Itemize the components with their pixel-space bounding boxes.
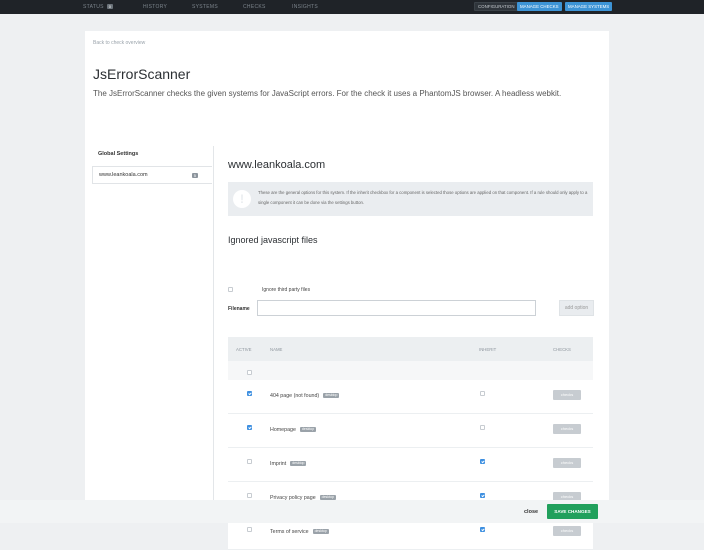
checks-button[interactable]: checks: [553, 458, 581, 468]
device-tag: desktop: [323, 393, 340, 399]
filename-label: Filename: [228, 306, 250, 312]
page-description: The JsErrorScanner checks the given syst…: [93, 89, 562, 98]
row-active-checkbox[interactable]: [247, 527, 252, 532]
nav-status[interactable]: STATUS 0: [83, 4, 114, 10]
table-row: 404 page (not found) desktop checks: [228, 380, 593, 414]
component-name: 404 page (not found): [270, 393, 320, 399]
sidebar-heading: Global Settings: [98, 151, 139, 157]
row-name: Terms of service desktop: [270, 529, 329, 535]
nav-systems[interactable]: SYSTEMS: [192, 4, 218, 10]
settings-page: Back to check overview JsErrorScanner Th…: [85, 31, 609, 550]
nav-insights[interactable]: INSIGHTS: [292, 4, 318, 10]
ignore-third-party-label: Ignore third party files: [262, 287, 311, 293]
row-inherit-checkbox[interactable]: [480, 425, 485, 430]
manage-systems-button[interactable]: MANAGE SYSTEMS: [565, 2, 613, 11]
ignore-third-party-checkbox[interactable]: [228, 287, 233, 292]
nav-history[interactable]: HISTORY: [143, 4, 167, 10]
row-active-checkbox[interactable]: [247, 493, 252, 498]
configuration-button[interactable]: CONFIGURATION: [474, 2, 519, 11]
select-all-checkbox[interactable]: [247, 370, 252, 375]
settings-sidebar: Global Settings www.leankoala.com 5: [92, 146, 214, 501]
nav-status-badge: 0: [106, 4, 114, 9]
sidebar-item-count-badge: 5: [191, 173, 198, 178]
close-link[interactable]: close: [524, 509, 538, 515]
back-to-overview-link[interactable]: Back to check overview: [93, 40, 145, 46]
table-row: Homepage desktop checks: [228, 414, 593, 448]
manage-checks-button[interactable]: MANAGE CHECKS: [517, 2, 562, 11]
device-tag: desktop: [299, 427, 317, 433]
header-active: ACTIVE: [236, 347, 252, 352]
checks-button[interactable]: checks: [553, 424, 581, 434]
sidebar-item-label: www.leankoala.com: [99, 172, 148, 178]
page-title: JsErrorScanner: [93, 66, 191, 82]
table-row: Imprint desktop checks: [228, 448, 593, 482]
row-inherit-checkbox[interactable]: [480, 391, 485, 396]
header-inherit: INHERIT: [479, 347, 497, 352]
nav-checks[interactable]: CHECKS: [243, 4, 266, 10]
header-name: NAME: [270, 347, 283, 352]
checks-button[interactable]: checks: [553, 390, 581, 400]
select-all-row: [228, 361, 593, 380]
top-navigation: STATUS 0 HISTORY SYSTEMS CHECKS INSIGHTS …: [0, 0, 704, 14]
row-inherit-checkbox[interactable]: [480, 459, 485, 464]
system-settings: www.leankoala.com ! These are the genera…: [228, 146, 608, 550]
sidebar-item-leankoala[interactable]: www.leankoala.com 5: [92, 166, 212, 184]
info-text: These are the general options for this s…: [258, 190, 588, 205]
table-header: ACTIVE NAME INHERIT CHECKS: [228, 337, 593, 361]
row-inherit-checkbox[interactable]: [480, 493, 485, 498]
component-name: Terms of service: [270, 529, 309, 535]
footer-action-bar: close SAVE CHANGES: [0, 500, 704, 523]
save-changes-button[interactable]: SAVE CHANGES: [547, 504, 598, 519]
header-checks: CHECKS: [553, 347, 571, 352]
system-title: www.leankoala.com: [228, 159, 326, 171]
checks-button[interactable]: checks: [553, 526, 581, 536]
component-name: Imprint: [270, 461, 287, 467]
device-tag: desktop: [290, 461, 307, 467]
component-name: Homepage: [270, 427, 296, 433]
device-tag: desktop: [312, 529, 329, 535]
row-active-checkbox[interactable]: [247, 391, 252, 396]
filename-input[interactable]: [257, 300, 536, 316]
row-active-checkbox[interactable]: [247, 425, 252, 430]
row-name: Imprint desktop: [270, 461, 307, 467]
nav-status-label: STATUS: [83, 4, 104, 10]
info-box: ! These are the general options for this…: [228, 182, 593, 216]
row-active-checkbox[interactable]: [247, 459, 252, 464]
row-name: 404 page (not found) desktop: [270, 393, 340, 399]
ignored-files-heading: Ignored javascript files: [228, 235, 318, 245]
row-name: Homepage desktop: [270, 427, 317, 433]
add-option-button[interactable]: add option: [559, 300, 594, 316]
info-exclamation-icon: !: [233, 190, 251, 208]
row-inherit-checkbox[interactable]: [480, 527, 485, 532]
